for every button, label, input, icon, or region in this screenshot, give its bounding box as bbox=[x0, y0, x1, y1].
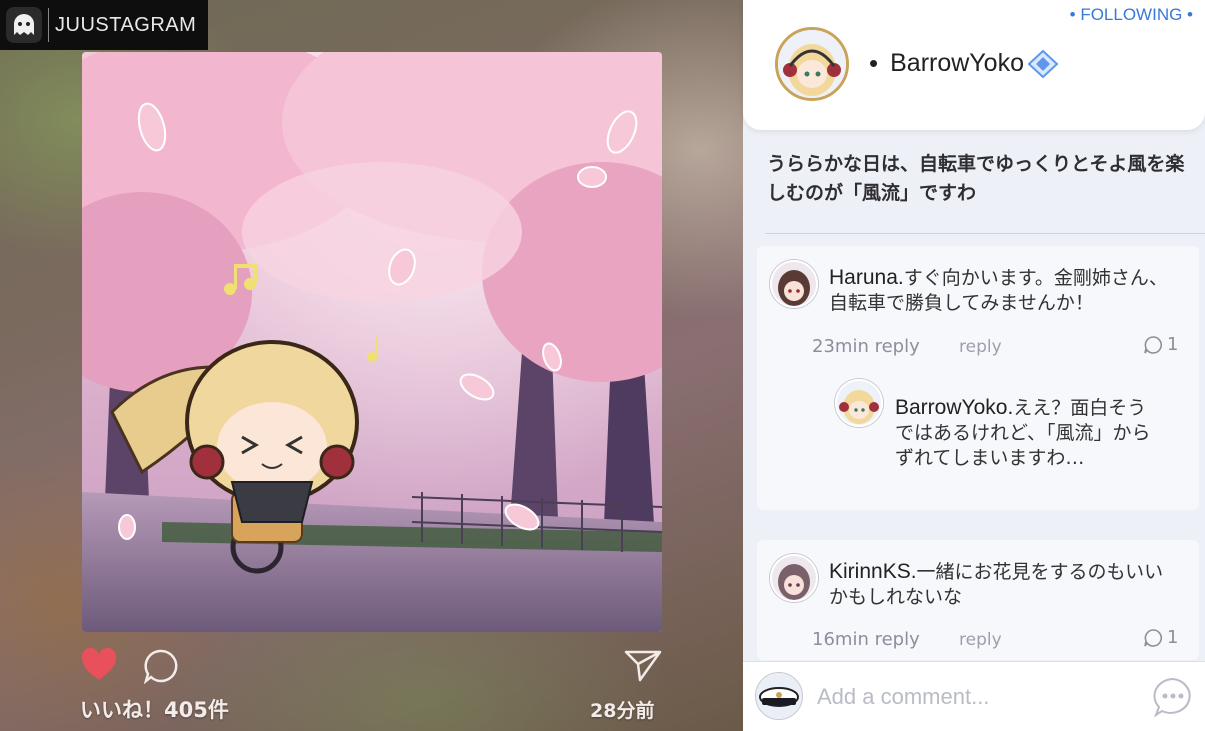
ghost-logo-icon bbox=[6, 7, 42, 43]
reply-link[interactable]: reply bbox=[959, 630, 1002, 650]
comment-card: Haruna.すぐ向かいます。金剛姉さん、自転車で勝負してみませんか！ 23mi… bbox=[757, 246, 1199, 510]
reply-text: BarrowYoko.ええ？面白そうではあるけれど、「風流」からずれてしまいます… bbox=[895, 395, 1160, 471]
author-name-row[interactable]: • BarrowYoko bbox=[869, 48, 1060, 79]
app-brand: JUUSTAGRAM bbox=[0, 0, 208, 50]
speech-dots-icon[interactable] bbox=[1151, 676, 1195, 722]
comment-input[interactable] bbox=[817, 678, 1137, 716]
comment-text: KirinnKS.一緒にお花見をするのもいいかもしれないな bbox=[829, 559, 1179, 610]
brand-divider bbox=[48, 8, 49, 42]
comment-bubble-icon[interactable] bbox=[143, 648, 179, 688]
verified-diamond-icon bbox=[1026, 49, 1060, 79]
post-time: 28分前 bbox=[590, 700, 655, 722]
comment-username[interactable]: Haruna. bbox=[829, 266, 904, 289]
reply-link[interactable]: reply bbox=[959, 337, 1002, 357]
send-arrow-icon[interactable] bbox=[624, 648, 662, 686]
comment-composer bbox=[743, 661, 1205, 731]
my-avatar[interactable] bbox=[755, 672, 803, 720]
reply-count[interactable]: 1 bbox=[1143, 334, 1178, 355]
reply-count-value: 1 bbox=[1167, 334, 1179, 355]
author-name[interactable]: BarrowYoko bbox=[890, 49, 1024, 78]
reply-bubble-icon bbox=[1144, 628, 1162, 647]
caption-divider bbox=[765, 233, 1205, 234]
follow-button[interactable]: • FOLLOWING • bbox=[1070, 5, 1193, 25]
post-image[interactable] bbox=[82, 52, 662, 632]
comment-text: Haruna.すぐ向かいます。金剛姉さん、自転車で勝負してみませんか！ bbox=[829, 265, 1184, 316]
reply-avatar[interactable] bbox=[835, 379, 883, 427]
comment-username[interactable]: KirinnKS. bbox=[829, 560, 917, 583]
comment-time: 16min reply bbox=[812, 629, 920, 650]
brand-name: JUUSTAGRAM bbox=[55, 13, 197, 36]
reply-username[interactable]: BarrowYoko. bbox=[895, 396, 1013, 419]
comment-card: KirinnKS.一緒にお花見をするのもいいかもしれないな 16min repl… bbox=[757, 540, 1199, 660]
post-header: • FOLLOWING • • BarrowYoko bbox=[743, 0, 1205, 130]
author-avatar[interactable] bbox=[775, 27, 849, 101]
comments-panel: • FOLLOWING • • BarrowYoko うららかな日は、自転車でゆ bbox=[743, 0, 1205, 731]
bullet-dot: • bbox=[869, 48, 879, 78]
post-caption: うららかな日は、自転車でゆっくりとそよ風を楽しむのが「風流」ですわ bbox=[767, 153, 1185, 204]
likes-count: いいね！405件 bbox=[80, 698, 229, 722]
commenter-avatar[interactable] bbox=[770, 260, 818, 308]
reply-count-value: 1 bbox=[1167, 627, 1179, 648]
reply-bubble-icon bbox=[1144, 335, 1162, 354]
reply-count[interactable]: 1 bbox=[1143, 627, 1178, 648]
commenter-avatar[interactable] bbox=[770, 554, 818, 602]
heart-icon[interactable] bbox=[80, 647, 118, 686]
comment-time: 23min reply bbox=[812, 336, 920, 357]
